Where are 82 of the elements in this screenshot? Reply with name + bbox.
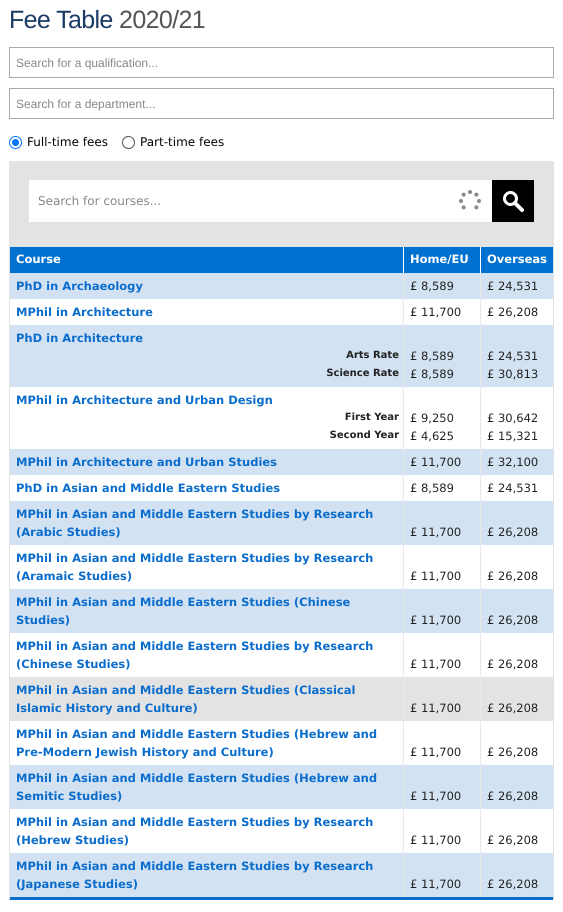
fee-amount: £ 11,700 bbox=[410, 700, 462, 717]
fee-amount: £ 4,625 bbox=[410, 428, 455, 445]
table-row[interactable]: MPhil in Asian and Middle Eastern Studies (Hebrew and Semitic Studies) £ 11,700 £ 26,208 bbox=[10, 765, 553, 809]
search-button[interactable] bbox=[492, 180, 534, 222]
fee-amount: £ 8,589 bbox=[410, 278, 455, 295]
year-label: 2020/21 bbox=[119, 6, 206, 34]
course-link[interactable]: MPhil in Architecture and Urban Design bbox=[16, 391, 399, 409]
fee-amount: £ 11,700 bbox=[410, 454, 462, 471]
fee-amount: £ 11,700 bbox=[410, 568, 462, 585]
table-row[interactable]: MPhil in Asian and Middle Eastern Studies (Classical Islamic History and Culture) £ 11,700 £ 26,208 bbox=[10, 677, 553, 721]
fee-amount: £ 11,700 bbox=[410, 832, 462, 849]
course-link[interactable]: MPhil in Asian and Middle Eastern Studies (Hebrew and Pre-Modern Jewish History and Culture) bbox=[16, 725, 399, 761]
column-header: Overseas bbox=[480, 247, 553, 273]
course-link[interactable]: PhD in Asian and Middle Eastern Studies bbox=[16, 479, 399, 497]
course-link[interactable]: MPhil in Asian and Middle Eastern Studies (Hebrew and Semitic Studies) bbox=[16, 769, 399, 805]
fee-amount: £ 8,589 bbox=[410, 348, 455, 365]
table-row[interactable]: MPhil in Asian and Middle Eastern Studies by Research (Chinese Studies) £ 11,700 £ 26,208 bbox=[10, 633, 553, 677]
table-row[interactable]: MPhil in Asian and Middle Eastern Studies by Research (Arabic Studies) £ 11,700 £ 26,208 bbox=[10, 501, 553, 545]
radio-label[interactable]: Full-time fees bbox=[27, 133, 108, 151]
fee-amount: £ 11,700 bbox=[410, 304, 462, 321]
table-row[interactable]: MPhil in Asian and Middle Eastern Studies (Chinese Studies) £ 11,700 £ 26,208 bbox=[10, 589, 553, 633]
rate-label: Second Year bbox=[328, 429, 399, 443]
search-field[interactable]: Search for a department... bbox=[9, 88, 554, 119]
fee-amount: £ 30,813 bbox=[487, 366, 540, 383]
fee-amount: £ 26,208 bbox=[487, 524, 540, 541]
table-row[interactable]: PhD in Archaeology £ 8,589 £ 24,531 bbox=[10, 273, 553, 299]
fee-amount: £ 15,321 bbox=[487, 428, 540, 445]
fee-amount: £ 24,531 bbox=[487, 348, 540, 365]
fee-amount: £ 11,700 bbox=[410, 788, 462, 805]
page-title: Fee Table bbox=[9, 6, 113, 34]
fee-amount: £ 24,531 bbox=[487, 278, 540, 295]
fee-amount: £ 8,589 bbox=[410, 366, 455, 383]
course-link[interactable]: MPhil in Asian and Middle Eastern Studies by Research (Hebrew Studies) bbox=[16, 813, 399, 849]
fee-amount: £ 26,208 bbox=[487, 656, 540, 673]
fee-amount: £ 11,700 bbox=[410, 744, 462, 761]
course-link[interactable]: MPhil in Asian and Middle Eastern Studies by Research (Chinese Studies) bbox=[16, 637, 399, 673]
fee-amount: £ 26,208 bbox=[487, 744, 540, 761]
course-link[interactable]: MPhil in Asian and Middle Eastern Studies by Research (Aramaic Studies) bbox=[16, 549, 399, 585]
course-link[interactable]: MPhil in Architecture bbox=[16, 303, 399, 321]
fee-amount: £ 26,208 bbox=[487, 788, 540, 805]
column-header: Course bbox=[10, 247, 404, 273]
course-link[interactable]: PhD in Archaeology bbox=[16, 277, 399, 295]
table-row[interactable]: MPhil in Asian and Middle Eastern Studies by Research (Japanese Studies) £ 11,700 £ 26,208 bbox=[10, 853, 553, 898]
course-link[interactable]: MPhil in Asian and Middle Eastern Studies (Classical Islamic History and Culture) bbox=[16, 681, 399, 717]
fee-amount: £ 11,700 bbox=[410, 524, 462, 541]
fee-amount: £ 32,100 bbox=[487, 454, 540, 471]
fee-amount: £ 26,208 bbox=[487, 568, 540, 585]
fee-amount: £ 9,250 bbox=[410, 410, 455, 427]
table-row[interactable]: PhD in Asian and Middle Eastern Studies £ 8,589 £ 24,531 bbox=[10, 475, 553, 501]
radio-label[interactable]: Part-time fees bbox=[140, 133, 224, 151]
fee-amount: £ 26,208 bbox=[487, 700, 540, 717]
course-link[interactable]: MPhil in Asian and Middle Eastern Studies (Chinese Studies) bbox=[16, 593, 399, 629]
fee-amount: £ 11,700 bbox=[410, 612, 462, 629]
course-link[interactable]: MPhil in Architecture and Urban Studies bbox=[16, 453, 399, 471]
column-header: Home/EU bbox=[404, 247, 480, 273]
fee-amount: £ 26,208 bbox=[487, 832, 540, 849]
course-link[interactable]: MPhil in Asian and Middle Eastern Studies by Research (Arabic Studies) bbox=[16, 505, 399, 541]
fee-amount: £ 26,208 bbox=[487, 304, 540, 321]
rate-label: Science Rate bbox=[325, 367, 399, 381]
table-row[interactable]: MPhil in Asian and Middle Eastern Studies by Research (Hebrew Studies) £ 11,700 £ 26,208 bbox=[10, 809, 553, 853]
table-row[interactable]: MPhil in Architecture and Urban Design First Year Second Year £ 9,250 £ 4,625 £ 30,642 £ 15,321 bbox=[10, 387, 553, 449]
radio-button[interactable] bbox=[122, 136, 136, 148]
course-link[interactable]: PhD in Architecture bbox=[16, 329, 399, 347]
rate-label: First Year bbox=[344, 411, 399, 425]
table-row[interactable]: PhD in Architecture Arts Rate Science Rate £ 8,589 £ 8,589 £ 24,531 £ 30,813 bbox=[10, 325, 553, 387]
fee-amount: £ 11,700 bbox=[410, 876, 462, 893]
fee-amount: £ 11,700 bbox=[410, 656, 462, 673]
table-row[interactable]: MPhil in Asian and Middle Eastern Studies by Research (Aramaic Studies) £ 11,700 £ 26,208 bbox=[10, 545, 553, 589]
course-link[interactable]: MPhil in Asian and Middle Eastern Studies by Research (Japanese Studies) bbox=[16, 857, 399, 893]
fee-amount: £ 26,208 bbox=[487, 612, 540, 629]
radio-button[interactable] bbox=[9, 136, 22, 148]
fee-amount: £ 26,208 bbox=[487, 876, 540, 893]
rate-label: Arts Rate bbox=[345, 349, 399, 363]
search-icon bbox=[502, 190, 524, 212]
course-search-field[interactable]: Search for courses... bbox=[29, 180, 492, 222]
fee-amount: £ 30,642 bbox=[487, 410, 540, 427]
search-field[interactable]: Search for a qualification... bbox=[9, 47, 554, 78]
table-row[interactable]: MPhil in Asian and Middle Eastern Studies (Hebrew and Pre-Modern Jewish History and Culture) £ 11,700 £ 26,208 bbox=[10, 721, 553, 765]
table-row[interactable]: MPhil in Architecture and Urban Studies £ 11,700 £ 32,100 bbox=[10, 449, 553, 475]
fee-amount: £ 24,531 bbox=[487, 480, 540, 497]
table-row[interactable]: MPhil in Architecture £ 11,700 £ 26,208 bbox=[10, 299, 553, 325]
fee-amount: £ 8,589 bbox=[410, 480, 455, 497]
